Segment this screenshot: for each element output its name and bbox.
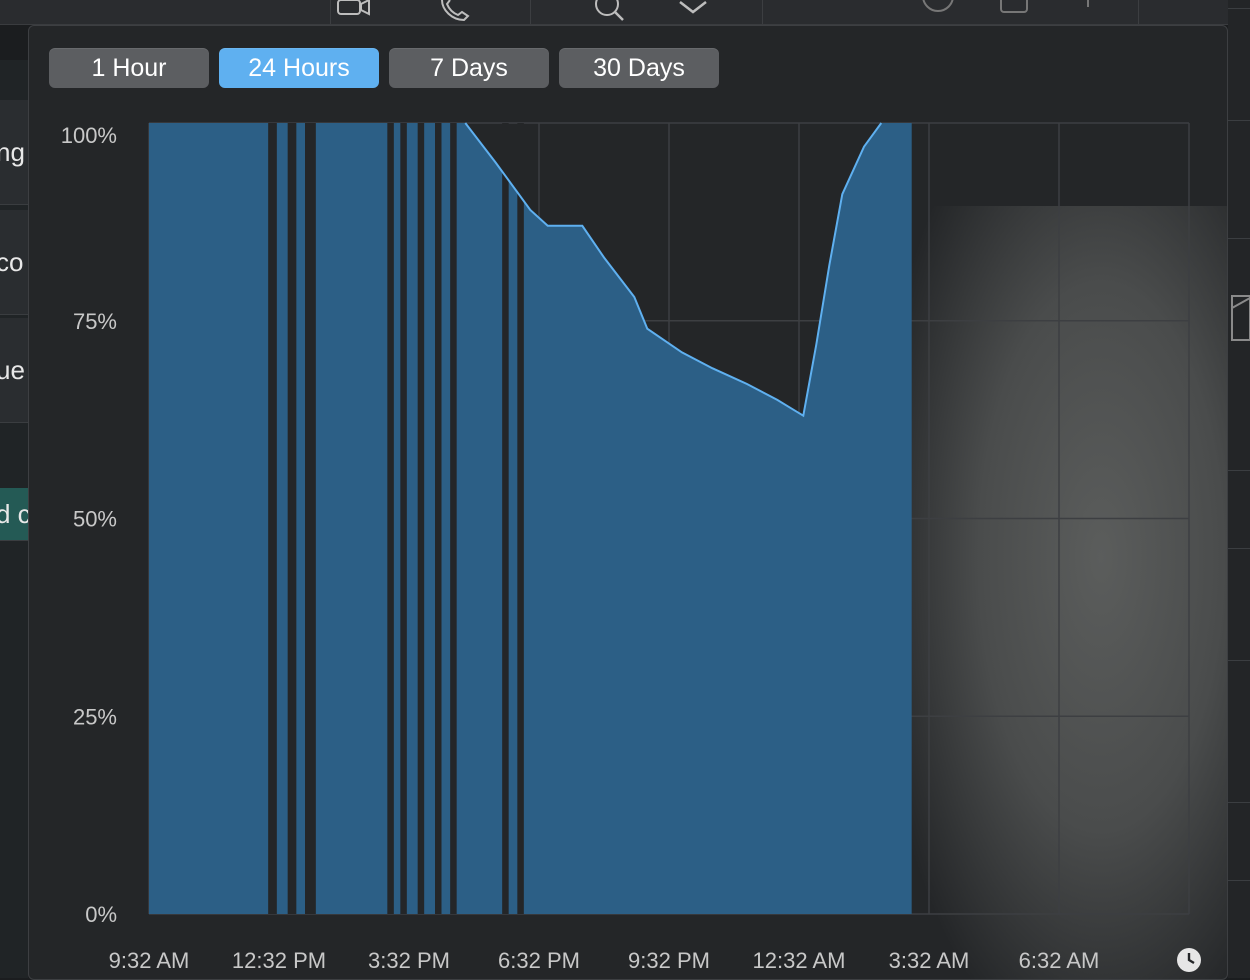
data-gap [517,123,524,914]
battery-level-area [149,123,912,914]
panel-divider [1228,470,1250,471]
chat-list-item-text: ue [0,355,25,385]
toolbar-segment [0,0,331,24]
data-gap [435,123,442,914]
x-tick-label: 9:32 AM [109,948,190,973]
toolbar-segment [530,0,763,24]
chat-list-item[interactable]: co [0,210,28,315]
chat-list-item-text: ng [0,137,25,167]
background-right-panel [1228,0,1250,978]
video-icon[interactable] [335,0,375,20]
y-tick-label: 50% [73,507,117,532]
x-tick-label: 3:32 PM [368,948,450,973]
chat-list-item[interactable]: ng [0,100,28,205]
panel-divider [1228,660,1250,661]
chat-list-item[interactable]: ue [0,318,28,423]
x-tick-label: 6:32 PM [498,948,580,973]
y-axis-labels: 0% 25% 50% 75% 100% [61,123,117,927]
background-toolbar [0,0,1250,25]
download-icon[interactable] [918,0,958,20]
data-gap [502,123,509,914]
chevron-down-icon[interactable] [676,0,710,20]
y-tick-label: 0% [85,902,117,927]
panel-divider [1228,880,1250,881]
x-tick-label: 6:32 AM [1019,948,1100,973]
data-gap [287,123,297,914]
panel-divider [1228,802,1250,803]
x-tick-label: 12:32 AM [753,948,846,973]
chat-list-item-text: co [0,247,24,277]
x-tick-label: 12:32 PM [232,948,326,973]
data-gap [387,123,394,914]
battery-level-chart: 0% 25% 50% 75% 100% 9:32 AM 12:32 PM 3:32 PM 6:… [61,122,1190,973]
x-tick-label: 3:32 AM [889,948,970,973]
data-gap [305,123,316,914]
square-icon[interactable] [998,0,1032,18]
panel-divider [1228,238,1250,239]
y-tick-label: 75% [73,309,117,334]
chat-list-item-text: d c [0,499,28,529]
data-gap [450,123,457,914]
search-icon[interactable] [592,0,628,24]
panel-divider [1228,548,1250,549]
more-icon[interactable] [1078,0,1098,14]
battery-history-popover: 1 Hour 24 Hours 7 Days 30 Days 0% 25% 50% 7… [28,25,1228,980]
chart-area [149,122,912,914]
panel-divider [1228,8,1250,9]
x-axis-labels: 9:32 AM 12:32 PM 3:32 PM 6:32 PM 9:32 PM 12:3… [109,948,1100,973]
y-tick-label: 100% [61,123,117,148]
clock-icon[interactable] [1176,947,1202,973]
x-tick-label: 9:32 PM [628,948,710,973]
phone-icon[interactable] [438,0,472,22]
data-gap [417,123,425,914]
panel-divider [1228,120,1250,121]
box-icon [1231,295,1250,341]
data-gap [400,123,407,914]
chat-list-item-highlighted[interactable]: d c [0,488,28,541]
y-tick-label: 25% [73,704,117,729]
background-chat-list: ng co ue d c [0,60,28,978]
data-gap [268,123,277,914]
